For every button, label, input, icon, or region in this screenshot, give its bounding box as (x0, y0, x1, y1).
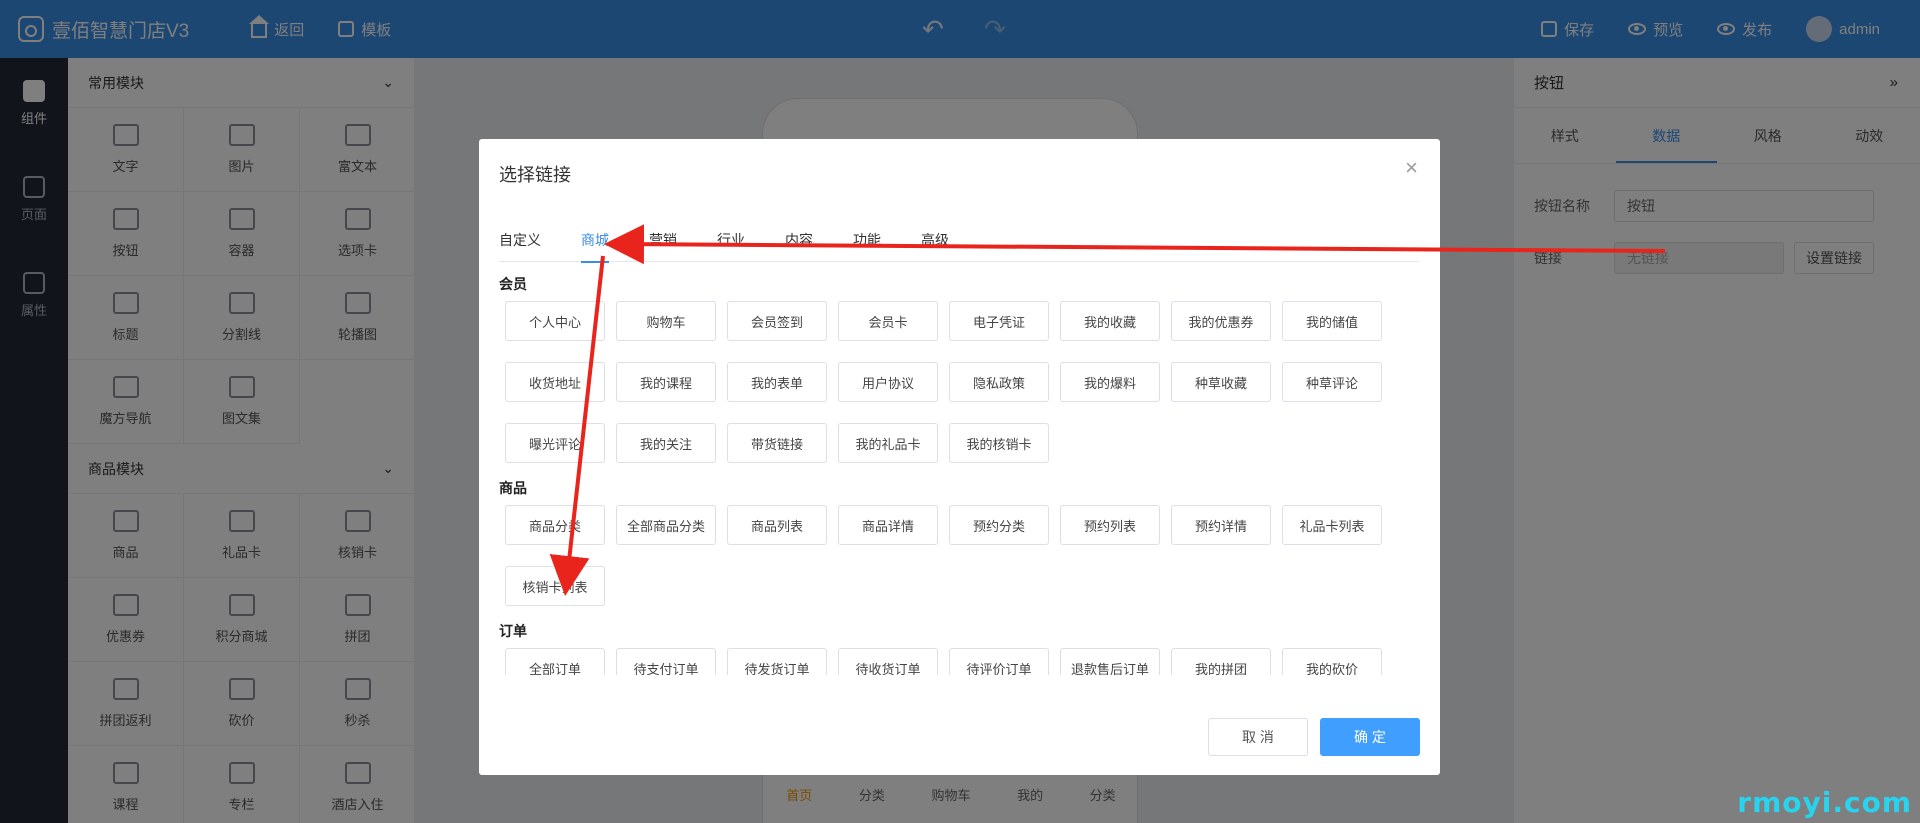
link-option[interactable]: 我的表单 (727, 362, 827, 402)
link-option[interactable]: 我的砍价 (1282, 648, 1382, 675)
link-option[interactable]: 待收货订单 (838, 648, 938, 675)
link-option[interactable]: 用户协议 (838, 362, 938, 402)
link-option[interactable]: 我的礼品卡 (838, 423, 938, 463)
link-option[interactable]: 我的储值 (1282, 301, 1382, 341)
link-option[interactable]: 会员签到 (727, 301, 827, 341)
link-option[interactable]: 我的核销卡 (949, 423, 1049, 463)
group-title: 会员 (499, 276, 527, 292)
link-option[interactable]: 我的爆料 (1060, 362, 1160, 402)
link-option[interactable]: 预约详情 (1171, 505, 1271, 545)
close-icon[interactable]: × (1405, 155, 1418, 181)
link-option[interactable]: 商品详情 (838, 505, 938, 545)
link-option[interactable]: 曝光评论 (505, 423, 605, 463)
link-list: 会员个人中心 购物车 会员签到 会员卡 电子凭证 我的收藏 我的优惠券 我的储值收货地址 我的课… (499, 273, 1419, 675)
link-option[interactable]: 退款售后订单 (1060, 648, 1160, 675)
dialog-tab[interactable]: 高级 (921, 229, 949, 262)
link-option[interactable]: 收货地址 (505, 362, 605, 402)
link-option[interactable]: 电子凭证 (949, 301, 1049, 341)
link-option[interactable]: 待支付订单 (616, 648, 716, 675)
group-title: 订单 (499, 623, 527, 639)
link-group: 商品分类 全部商品分类 商品列表 商品详情 预约分类 预约列表 预约详情 礼品卡列表核销卡列表 (499, 505, 1419, 606)
dialog-tab[interactable]: 商城 (581, 229, 609, 263)
confirm-button[interactable]: 确 定 (1320, 718, 1420, 756)
link-option[interactable]: 礼品卡列表 (1282, 505, 1382, 545)
dialog-tab[interactable]: 自定义 (499, 229, 541, 262)
dialog-tab[interactable]: 行业 (717, 229, 745, 262)
link-option[interactable]: 带货链接 (727, 423, 827, 463)
link-option[interactable]: 全部订单 (505, 648, 605, 675)
link-group: 个人中心 购物车 会员签到 会员卡 电子凭证 我的收藏 我的优惠券 我的储值 收货地址 我的课程我… (499, 301, 1419, 463)
link-option[interactable]: 我的关注 (616, 423, 716, 463)
link-group: 全部订单 待支付订单 待发货订单 待收货订单 待评价订单 退款售后订单 我的拼团 我的砍价 (499, 648, 1419, 675)
dialog-tab[interactable]: 内容 (785, 229, 813, 262)
link-option[interactable]: 种草收藏 (1171, 362, 1271, 402)
link-option[interactable]: 预约分类 (949, 505, 1049, 545)
link-option[interactable]: 待发货订单 (727, 648, 827, 675)
link-option[interactable]: 个人中心 (505, 301, 605, 341)
link-option[interactable]: 待评价订单 (949, 648, 1049, 675)
dialog-tabs: 自定义 商城 营销 行业 内容 功能 高级 (499, 229, 1419, 263)
select-link-dialog: 选择链接 × 自定义 商城 营销 行业 内容 功能 高级 会员个人中心 购物车 会员签到 会员卡电… (479, 139, 1440, 775)
link-option[interactable]: 种草评论 (1282, 362, 1382, 402)
link-option[interactable]: 我的课程 (616, 362, 716, 402)
dialog-tab[interactable]: 功能 (853, 229, 881, 262)
link-option[interactable]: 隐私政策 (949, 362, 1049, 402)
cancel-button[interactable]: 取 消 (1208, 718, 1308, 756)
link-option[interactable]: 商品列表 (727, 505, 827, 545)
link-option[interactable]: 我的优惠券 (1171, 301, 1271, 341)
link-option[interactable]: 我的收藏 (1060, 301, 1160, 341)
link-option[interactable]: 全部商品分类 (616, 505, 716, 545)
link-option[interactable]: 预约列表 (1060, 505, 1160, 545)
link-option[interactable]: 核销卡列表 (505, 566, 605, 606)
link-option[interactable]: 商品分类 (505, 505, 605, 545)
dialog-tab[interactable]: 营销 (649, 229, 677, 262)
link-option[interactable]: 我的拼团 (1171, 648, 1271, 675)
link-option[interactable]: 购物车 (616, 301, 716, 341)
watermark: rmoyi.com (1737, 786, 1912, 819)
link-option[interactable]: 会员卡 (838, 301, 938, 341)
group-title: 商品 (499, 480, 527, 496)
dialog-title: 选择链接 (499, 165, 571, 185)
